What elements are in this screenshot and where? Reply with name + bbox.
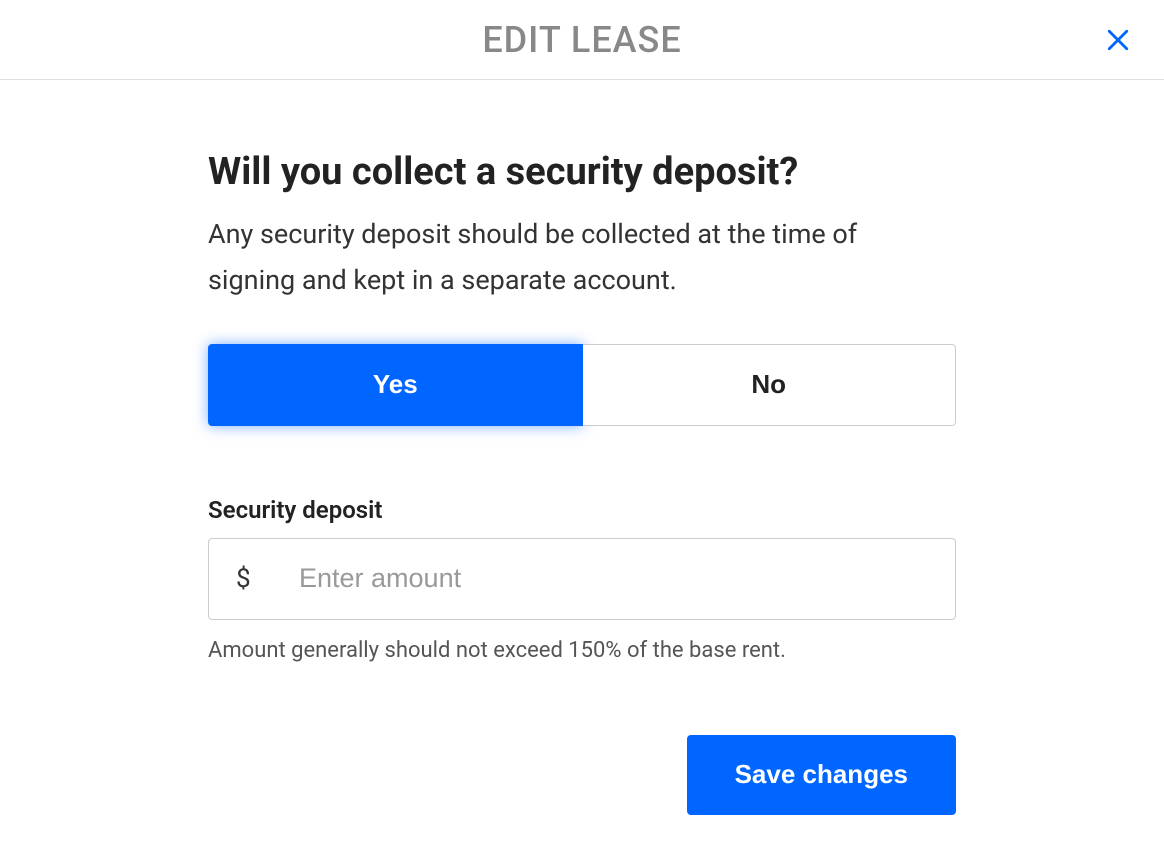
- question-description: Any security deposit should be collected…: [208, 212, 948, 304]
- toggle-no-button[interactable]: No: [583, 344, 957, 426]
- modal-content: Will you collect a security deposit? Any…: [208, 80, 956, 815]
- deposit-field-label: Security deposit: [208, 496, 956, 524]
- modal-title: EDIT LEASE: [482, 19, 681, 61]
- actions-row: Save changes: [208, 735, 956, 815]
- deposit-input-wrapper: $: [208, 538, 956, 620]
- toggle-yes-button[interactable]: Yes: [208, 344, 583, 426]
- save-changes-button[interactable]: Save changes: [687, 735, 956, 815]
- question-heading: Will you collect a security deposit?: [208, 150, 956, 194]
- close-button[interactable]: [1100, 22, 1136, 58]
- deposit-amount-input[interactable]: [208, 538, 956, 620]
- yes-no-toggle-group: Yes No: [208, 344, 956, 426]
- deposit-helper-text: Amount generally should not exceed 150% …: [208, 638, 956, 663]
- modal-header: EDIT LEASE: [0, 0, 1164, 80]
- close-icon: [1103, 25, 1133, 55]
